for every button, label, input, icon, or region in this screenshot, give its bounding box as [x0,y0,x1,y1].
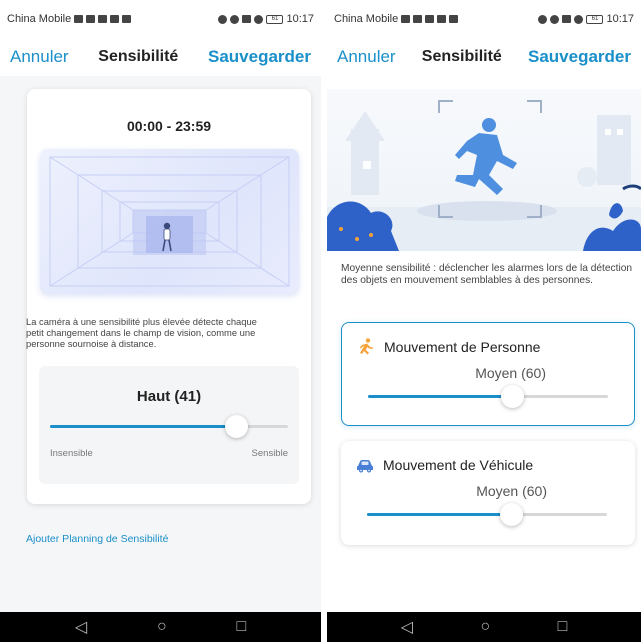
person-motion-card[interactable]: Mouvement de Personne Moyen (60) [341,322,635,426]
alarm-icon [230,14,240,24]
slider-fill [368,395,512,398]
clock: 10:17 [286,13,314,25]
mute-icon [242,15,252,23]
notification-icon [122,15,132,23]
tunnel-illustration [40,149,299,294]
sensitivity-description: Moyenne sensibilité : déclencher les ala… [341,263,633,286]
car-icon [357,460,373,473]
time-range: 00:00 - 23:59 [126,118,212,134]
save-button[interactable]: Sauvegarder [528,47,631,67]
slider-labels: Insensible Sensible [50,448,288,459]
system-nav-bar: ◁ ○ □ [327,612,641,642]
sensitivity-value: Haut (41) [136,388,202,405]
hourglass-icon [437,15,447,23]
back-icon[interactable]: ◁ [401,617,413,637]
hd-icon [74,15,84,23]
card-title: Mouvement de Personne [384,339,541,355]
save-button[interactable]: Sauvegarder [208,47,311,67]
vehicle-sensitivity-slider[interactable] [367,503,607,526]
hd-icon [401,15,411,23]
slider-thumb[interactable] [224,415,248,438]
carrier-label: China Mobile [7,13,72,25]
hourglass-icon [110,15,120,23]
running-person-icon [359,338,373,355]
vehicle-motion-card[interactable]: Mouvement de Véhicule Moyen (60) [341,441,635,545]
eye-icon [538,14,548,24]
max-label: Sensible [251,448,288,459]
battery-icon: 61 [586,14,604,24]
slider-thumb[interactable] [500,503,523,526]
timer-icon [254,14,264,24]
system-nav-bar: ◁ ○ □ [0,612,321,642]
timer-icon [574,14,584,24]
notification-icon [449,15,459,23]
cancel-button[interactable]: Annuler [10,47,69,67]
card-title: Mouvement de Véhicule [383,457,534,473]
page-title: Sensibilité [98,48,179,65]
home-icon[interactable]: ○ [480,618,490,636]
person-sensitivity-slider[interactable] [368,385,608,408]
wifi-icon [98,15,108,23]
slider-fill [367,513,511,516]
wifi-icon [425,15,435,23]
slider-thumb[interactable] [501,385,524,408]
sensitivity-control: Haut (41) Insensible Sensible [39,366,299,484]
carrier-label: China Mobile [334,13,399,25]
signal-icon [86,15,96,23]
card-value: Moyen (60) [475,365,546,381]
recents-icon[interactable]: □ [558,618,568,636]
clock: 10:17 [606,13,634,25]
cancel-button[interactable]: Annuler [337,47,396,67]
signal-icon [413,15,423,23]
card-value: Moyen (60) [476,483,547,499]
battery-icon: 61 [266,14,284,24]
sensitivity-slider[interactable] [50,415,288,438]
status-bar: China Mobile 61 10:17 [327,0,641,38]
sensitivity-description: La caméra à une sensibilité plus élevée … [26,316,257,349]
motion-illustration [327,89,641,251]
mute-icon [562,15,572,23]
status-bar: China Mobile 61 10:17 [0,0,321,38]
slider-fill [50,425,236,428]
eye-icon [218,14,228,24]
nav-bar: Annuler Sensibilité Sauvegarder [327,38,641,76]
nav-bar: Annuler Sensibilité Sauvegarder [0,38,321,76]
right-screen: China Mobile 61 10:17 Annuler Sensibilit… [327,0,641,642]
page-title: Sensibilité [421,48,502,65]
left-screen: China Mobile 61 10:17 Annuler Sensibilit… [0,0,321,642]
alarm-icon [550,14,560,24]
home-icon[interactable]: ○ [157,618,167,636]
add-schedule-link[interactable]: Ajouter Planning de Sensibilité [26,533,168,545]
min-label: Insensible [50,448,93,459]
back-icon[interactable]: ◁ [75,617,87,637]
recents-icon[interactable]: □ [236,618,246,636]
